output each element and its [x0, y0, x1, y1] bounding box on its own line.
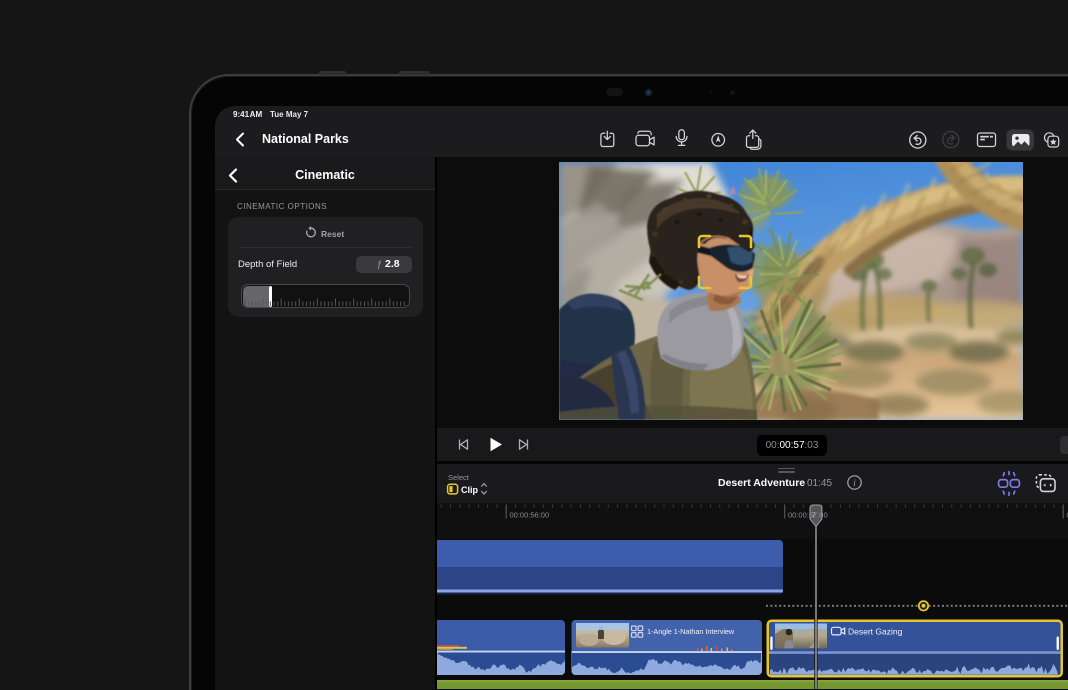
svg-text:00:00:56:00: 00:00:56:00	[510, 511, 550, 520]
svg-text:1-Angle 1-Nathan Interview: 1-Angle 1-Nathan Interview	[647, 627, 735, 636]
svg-text:Desert Gazing: Desert Gazing	[848, 627, 903, 637]
svg-text:i: i	[853, 479, 856, 489]
svg-text:7: 7	[812, 511, 816, 520]
